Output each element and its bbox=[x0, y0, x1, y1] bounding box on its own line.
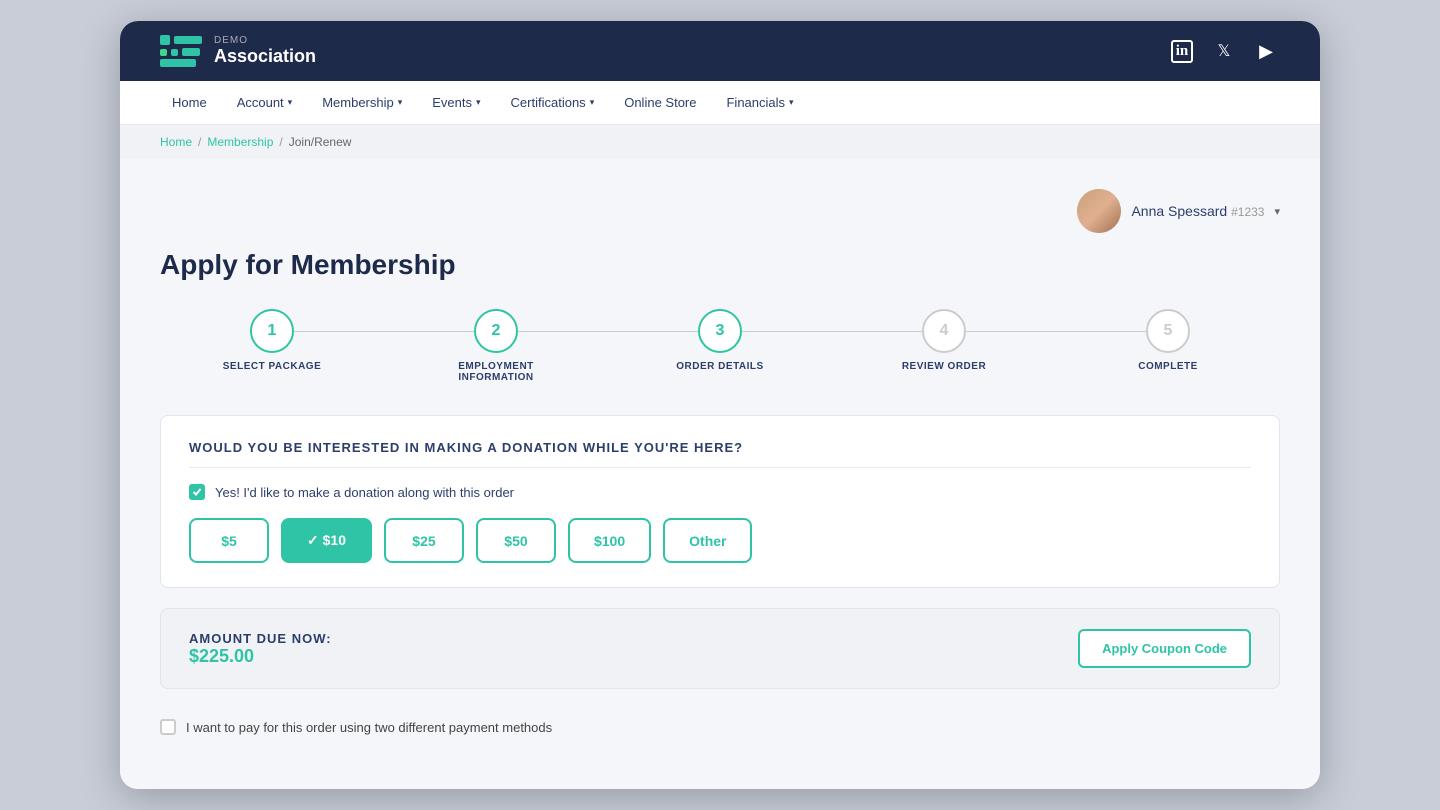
step-circle-5: 5 bbox=[1146, 309, 1190, 353]
step-1: 1 SELECT PACKAGE bbox=[160, 309, 384, 372]
nav-online-store[interactable]: Online Store bbox=[612, 81, 708, 124]
amount-label: AMOUNT DUE NOW: bbox=[189, 631, 332, 646]
amount-left: AMOUNT DUE NOW: $225.00 bbox=[189, 631, 332, 667]
step-circle-4: 4 bbox=[922, 309, 966, 353]
donation-card: WOULD YOU BE INTERESTED IN MAKING A DONA… bbox=[160, 415, 1280, 588]
social-icons: in 𝕏 ▶ bbox=[1168, 37, 1280, 65]
donation-btn-50[interactable]: $50 bbox=[476, 518, 556, 563]
nav-events[interactable]: Events ▾ bbox=[420, 81, 492, 124]
step-circle-1: 1 bbox=[250, 309, 294, 353]
logo-area: DEMO Association bbox=[160, 35, 316, 67]
donation-btn-5[interactable]: $5 bbox=[189, 518, 269, 563]
breadcrumb-current: Join/Renew bbox=[289, 135, 352, 149]
nav-financials[interactable]: Financials ▾ bbox=[714, 81, 805, 124]
breadcrumb-home[interactable]: Home bbox=[160, 135, 192, 149]
logo-text: DEMO Association bbox=[214, 35, 316, 67]
step-4: 4 REVIEW ORDER bbox=[832, 309, 1056, 372]
avatar bbox=[1077, 189, 1121, 233]
logo-dot-3 bbox=[171, 49, 178, 56]
steps-container: 1 SELECT PACKAGE 2 EMPLOYMENT INFORMATIO… bbox=[160, 309, 1280, 383]
logo-dot-1 bbox=[160, 35, 170, 45]
step-circle-2: 2 bbox=[474, 309, 518, 353]
top-header: DEMO Association in 𝕏 ▶ bbox=[120, 21, 1320, 81]
logo-icon bbox=[160, 35, 202, 67]
nav-financials-arrow: ▾ bbox=[789, 97, 794, 108]
step-3: 3 ORDER DETAILS bbox=[608, 309, 832, 372]
user-dropdown-arrow[interactable]: ▾ bbox=[1274, 205, 1280, 218]
step-circle-3: 3 bbox=[698, 309, 742, 353]
donation-checkbox[interactable] bbox=[189, 484, 205, 500]
logo-dot-2 bbox=[160, 49, 167, 56]
step-label-3: ORDER DETAILS bbox=[676, 361, 763, 372]
breadcrumb: Home / Membership / Join/Renew bbox=[160, 135, 1280, 149]
linkedin-icon[interactable]: in bbox=[1168, 37, 1196, 65]
checkmark-icon bbox=[192, 487, 202, 497]
user-name: Anna Spessard #1233 bbox=[1131, 203, 1264, 219]
checkbox-row: Yes! I'd like to make a donation along w… bbox=[189, 484, 1251, 500]
youtube-icon[interactable]: ▶ bbox=[1252, 37, 1280, 65]
donation-buttons: $5 $10 $25 $50 $100 Other bbox=[189, 518, 1251, 563]
amount-card: AMOUNT DUE NOW: $225.00 Apply Coupon Cod… bbox=[160, 608, 1280, 689]
donation-btn-other[interactable]: Other bbox=[663, 518, 752, 563]
logo-name-text: Association bbox=[214, 46, 316, 67]
step-label-4: REVIEW ORDER bbox=[902, 361, 986, 372]
screen-wrapper: DEMO Association in 𝕏 ▶ Home Account ▾ M… bbox=[120, 21, 1320, 789]
logo-bar-1 bbox=[174, 36, 202, 44]
avatar-image bbox=[1077, 189, 1121, 233]
donation-title: WOULD YOU BE INTERESTED IN MAKING A DONA… bbox=[189, 440, 1251, 468]
donation-btn-25[interactable]: $25 bbox=[384, 518, 464, 563]
nav-membership-arrow: ▾ bbox=[398, 97, 403, 108]
nav-certifications[interactable]: Certifications ▾ bbox=[499, 81, 607, 124]
logo-demo-text: DEMO bbox=[214, 35, 316, 46]
step-label-5: COMPLETE bbox=[1138, 361, 1198, 372]
coupon-button[interactable]: Apply Coupon Code bbox=[1078, 629, 1251, 668]
nav-home[interactable]: Home bbox=[160, 81, 219, 124]
user-bar: Anna Spessard #1233 ▾ bbox=[160, 189, 1280, 233]
amount-value: $225.00 bbox=[189, 646, 332, 667]
payment-checkbox[interactable] bbox=[160, 719, 176, 735]
breadcrumb-membership[interactable]: Membership bbox=[207, 135, 273, 149]
breadcrumb-sep-1: / bbox=[198, 135, 201, 149]
twitter-icon[interactable]: 𝕏 bbox=[1210, 37, 1238, 65]
nav-membership[interactable]: Membership ▾ bbox=[310, 81, 414, 124]
logo-bar-2 bbox=[182, 48, 200, 56]
step-label-1: SELECT PACKAGE bbox=[223, 361, 322, 372]
donation-checkbox-label: Yes! I'd like to make a donation along w… bbox=[215, 485, 514, 500]
user-name-text: Anna Spessard bbox=[1131, 203, 1227, 219]
nav-account-arrow: ▾ bbox=[288, 97, 293, 108]
breadcrumb-sep-2: / bbox=[279, 135, 282, 149]
donation-btn-10[interactable]: $10 bbox=[281, 518, 372, 563]
payment-row: I want to pay for this order using two d… bbox=[160, 705, 1280, 749]
nav-certifications-arrow: ▾ bbox=[590, 97, 595, 108]
payment-label: I want to pay for this order using two d… bbox=[186, 720, 552, 735]
user-id: #1233 bbox=[1231, 205, 1264, 219]
breadcrumb-bar: Home / Membership / Join/Renew bbox=[120, 125, 1320, 159]
step-label-2: EMPLOYMENT INFORMATION bbox=[446, 361, 546, 383]
main-nav: Home Account ▾ Membership ▾ Events ▾ Cer… bbox=[120, 81, 1320, 125]
page-title: Apply for Membership bbox=[160, 249, 1280, 281]
nav-account[interactable]: Account ▾ bbox=[225, 81, 305, 124]
step-2: 2 EMPLOYMENT INFORMATION bbox=[384, 309, 608, 383]
logo-bar-3 bbox=[160, 59, 196, 67]
main-content: Anna Spessard #1233 ▾ Apply for Membersh… bbox=[120, 159, 1320, 789]
step-5: 5 COMPLETE bbox=[1056, 309, 1280, 372]
nav-events-arrow: ▾ bbox=[476, 97, 481, 108]
donation-btn-100[interactable]: $100 bbox=[568, 518, 651, 563]
